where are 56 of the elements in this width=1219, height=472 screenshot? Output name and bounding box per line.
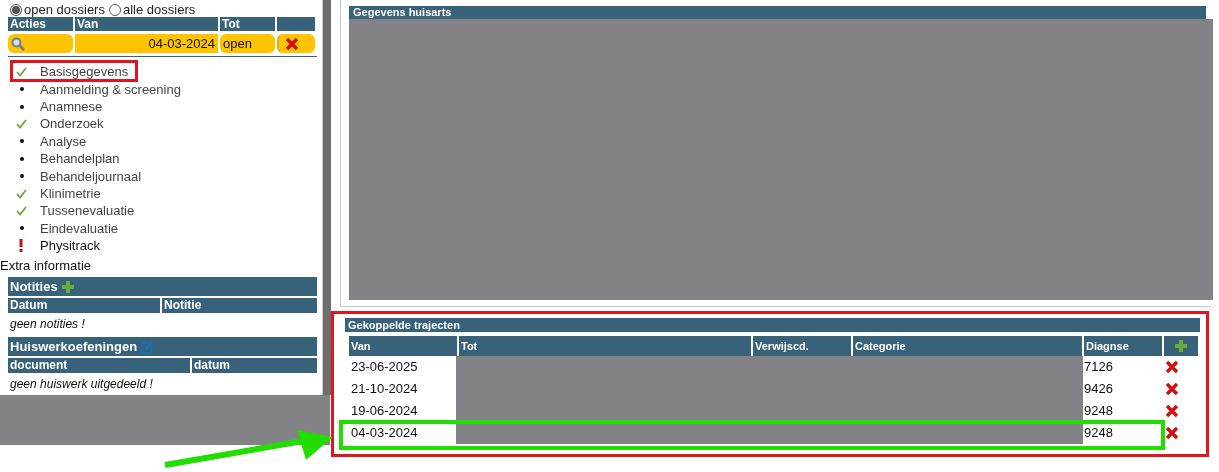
menu-item[interactable]: Klinimetrie [40, 183, 101, 204]
column-header: Tot [459, 336, 751, 356]
radio-button[interactable] [10, 3, 22, 16]
section-header: Gekoppelde trajecten [345, 318, 1200, 332]
empty-message: geen notities ! [9, 316, 86, 333]
menu-item[interactable]: Eindevaluatie [40, 218, 119, 239]
column-header: Categorie [853, 336, 1082, 356]
column-header: datum [192, 358, 317, 373]
close-icon[interactable] [1165, 426, 1179, 440]
column-header: Van [349, 336, 457, 356]
check-icon[interactable] [16, 119, 27, 130]
menu-item[interactable]: Behandeljournaal [40, 166, 142, 186]
check-icon[interactable] [16, 188, 27, 199]
column-header: Verwijscd. [753, 336, 851, 356]
close-icon[interactable] [1165, 404, 1179, 418]
table-cell-text: 9426 [1083, 380, 1114, 399]
search-icon[interactable] [11, 36, 25, 51]
table-cell-text: 04-03-2024 [350, 424, 419, 443]
menu-item[interactable]: Physitrack [40, 236, 100, 256]
table-cell: open [220, 34, 275, 54]
column-header: Van [75, 17, 218, 32]
column-header: Datum [8, 298, 160, 313]
plus-icon[interactable] [60, 279, 75, 294]
section-label: Extra informatie [0, 256, 93, 275]
column-header [277, 17, 315, 32]
empty-message: geen huiswerk uitgedeeld ! [9, 376, 154, 393]
radio-label[interactable]: alle dossiers [122, 3, 196, 17]
column-header: document [8, 358, 190, 373]
column-header: Diagnse [1084, 336, 1162, 356]
table-cell-text: 9248 [1083, 402, 1114, 421]
table-cell-text: 23-06-2025 [350, 358, 419, 377]
plus-icon[interactable] [1174, 339, 1188, 353]
menu-item[interactable]: Behandelplan [40, 149, 120, 169]
column-header: Acties [8, 17, 73, 32]
radio-button[interactable] [108, 3, 121, 16]
scrollbar[interactable] [323, 0, 331, 395]
table-cell-text: 9248 [1083, 424, 1114, 443]
close-icon[interactable] [1165, 382, 1179, 396]
column-header: Tot [220, 17, 275, 32]
section-title: Huiswerkoefeningen [10, 337, 138, 356]
check-icon[interactable] [16, 206, 27, 216]
menu-item[interactable]: Onderzoek [40, 114, 104, 134]
menu-item[interactable]: Analyse [40, 131, 87, 152]
section-title: Notities [10, 277, 58, 296]
close-icon[interactable] [285, 36, 299, 51]
close-icon[interactable] [1165, 360, 1179, 374]
section-header: Gegevens huisarts [349, 6, 1206, 19]
radio-label[interactable]: open dossiers [24, 3, 105, 17]
table-cell-text: 19-06-2024 [350, 402, 419, 421]
table-cell: 04-03-2024 [75, 34, 218, 54]
column-header: Notitie [162, 298, 317, 313]
menu-item[interactable]: Tussenevaluatie [40, 201, 135, 221]
table-cell-text: 21-10-2024 [350, 380, 419, 399]
menu-item[interactable]: Basisgegevens [40, 62, 129, 82]
check-icon[interactable] [16, 66, 27, 77]
table-cell-text: 7126 [1083, 358, 1114, 377]
